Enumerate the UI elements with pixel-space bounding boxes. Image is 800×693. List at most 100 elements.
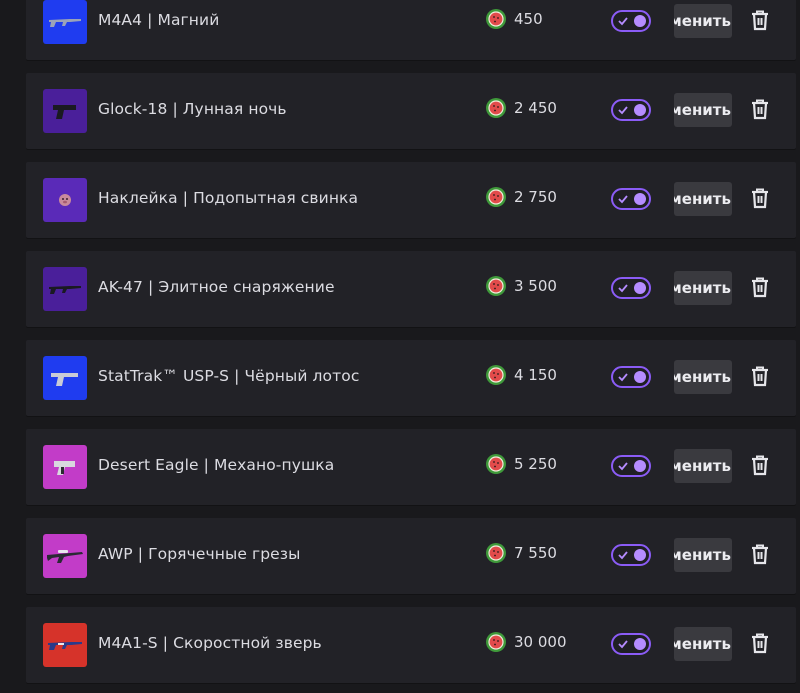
watermelon-icon (486, 9, 506, 29)
item-name: Glock-18 | Лунная ночь (98, 100, 287, 118)
check-icon (618, 462, 628, 471)
item-name: M4A1-S | Скоростной зверь (98, 634, 322, 652)
edit-button-label: Изменить (674, 635, 731, 653)
enabled-toggle[interactable] (611, 366, 651, 388)
item-price: 4 150 (485, 364, 557, 386)
trash-icon[interactable] (750, 454, 770, 476)
toggle-knob (634, 15, 646, 27)
watermelon-icon (486, 454, 506, 474)
item-list: M4A4 | Магний 450 Изменить (0, 0, 800, 693)
edit-button-label: Изменить (674, 190, 731, 208)
list-item: Наклейка | Подопытная свинка 2 750 Измен… (26, 162, 796, 238)
edit-button-label: Изменить (674, 368, 731, 386)
trash-icon[interactable] (750, 187, 770, 209)
enabled-toggle[interactable] (611, 188, 651, 210)
item-price: 3 500 (485, 275, 557, 297)
list-item: AWP | Горячечные грезы 7 550 Изменить (26, 518, 796, 594)
check-icon (618, 106, 628, 115)
price-value: 450 (514, 10, 543, 28)
edit-button-label: Изменить (674, 457, 731, 475)
item-price: 2 450 (485, 97, 557, 119)
edit-button[interactable]: Изменить (674, 271, 732, 305)
price-value: 4 150 (514, 366, 557, 384)
sniper-rifle-icon (47, 550, 83, 563)
trash-icon[interactable] (750, 365, 770, 387)
toggle-knob (634, 193, 646, 205)
enabled-toggle[interactable] (611, 99, 651, 121)
edit-button[interactable]: Изменить (674, 182, 732, 216)
pistol-icon (54, 461, 75, 475)
rifle-icon (49, 19, 81, 27)
sticker-icon (59, 194, 71, 206)
watermelon-icon (486, 365, 506, 385)
check-icon (618, 373, 628, 382)
enabled-toggle[interactable] (611, 544, 651, 566)
pistol-icon (51, 373, 78, 386)
check-icon (618, 640, 628, 649)
toggle-knob (634, 549, 646, 561)
edit-button[interactable]: Изменить (674, 627, 732, 661)
check-icon (618, 195, 628, 204)
edit-button[interactable]: Изменить (674, 538, 732, 572)
item-name: AWP | Горячечные грезы (98, 545, 301, 563)
item-thumbnail (43, 89, 87, 133)
list-item: Glock-18 | Лунная ночь 2 450 Изменить (26, 73, 796, 149)
enabled-toggle[interactable] (611, 10, 651, 32)
edit-button[interactable]: Изменить (674, 360, 732, 394)
price-value: 30 000 (514, 633, 567, 651)
watermelon-icon (486, 98, 506, 118)
trash-icon[interactable] (750, 9, 770, 31)
list-item: M4A4 | Магний 450 Изменить (26, 0, 796, 60)
toggle-knob (634, 104, 646, 116)
toggle-knob (634, 282, 646, 294)
list-item: StatTrak™ USP-S | Чёрный лотос 4 150 Изм… (26, 340, 796, 416)
edit-button[interactable]: Изменить (674, 93, 732, 127)
enabled-toggle[interactable] (611, 633, 651, 655)
item-thumbnail (43, 178, 87, 222)
trash-icon[interactable] (750, 98, 770, 120)
item-name: StatTrak™ USP-S | Чёрный лотос (98, 367, 360, 385)
check-icon (618, 284, 628, 293)
rifle-icon (49, 286, 81, 294)
item-name: Наклейка | Подопытная свинка (98, 189, 359, 207)
toggle-knob (634, 460, 646, 472)
price-value: 2 750 (514, 188, 557, 206)
trash-icon[interactable] (750, 543, 770, 565)
pistol-icon (53, 105, 76, 119)
edit-button[interactable]: Изменить (674, 449, 732, 483)
item-thumbnail (43, 623, 87, 667)
trash-icon[interactable] (750, 632, 770, 654)
toggle-knob (634, 638, 646, 650)
item-price: 30 000 (485, 631, 567, 653)
price-value: 3 500 (514, 277, 557, 295)
watermelon-icon (486, 187, 506, 207)
price-value: 5 250 (514, 455, 557, 473)
item-price: 2 750 (485, 186, 557, 208)
edit-button-label: Изменить (674, 279, 731, 297)
toggle-knob (634, 371, 646, 383)
item-thumbnail (43, 356, 87, 400)
item-price: 5 250 (485, 453, 557, 475)
rifle-icon (48, 642, 82, 650)
item-thumbnail (43, 0, 87, 44)
enabled-toggle[interactable] (611, 277, 651, 299)
watermelon-icon (486, 543, 506, 563)
item-thumbnail (43, 267, 87, 311)
trash-icon[interactable] (750, 276, 770, 298)
item-name: Desert Eagle | Механо-пушка (98, 456, 335, 474)
enabled-toggle[interactable] (611, 455, 651, 477)
edit-button-label: Изменить (674, 101, 731, 119)
watermelon-icon (486, 276, 506, 296)
list-item: M4A1-S | Скоростной зверь 30 000 Изменит… (26, 607, 796, 683)
item-price: 450 (485, 8, 543, 30)
list-item: AK-47 | Элитное снаряжение 3 500 Изменит… (26, 251, 796, 327)
price-value: 2 450 (514, 99, 557, 117)
item-price: 7 550 (485, 542, 557, 564)
item-name: M4A4 | Магний (98, 11, 220, 29)
list-item: Desert Eagle | Механо-пушка 5 250 Измени… (26, 429, 796, 505)
check-icon (618, 551, 628, 560)
price-value: 7 550 (514, 544, 557, 562)
check-icon (618, 17, 628, 26)
edit-button[interactable]: Изменить (674, 4, 732, 38)
edit-button-label: Изменить (674, 546, 731, 564)
